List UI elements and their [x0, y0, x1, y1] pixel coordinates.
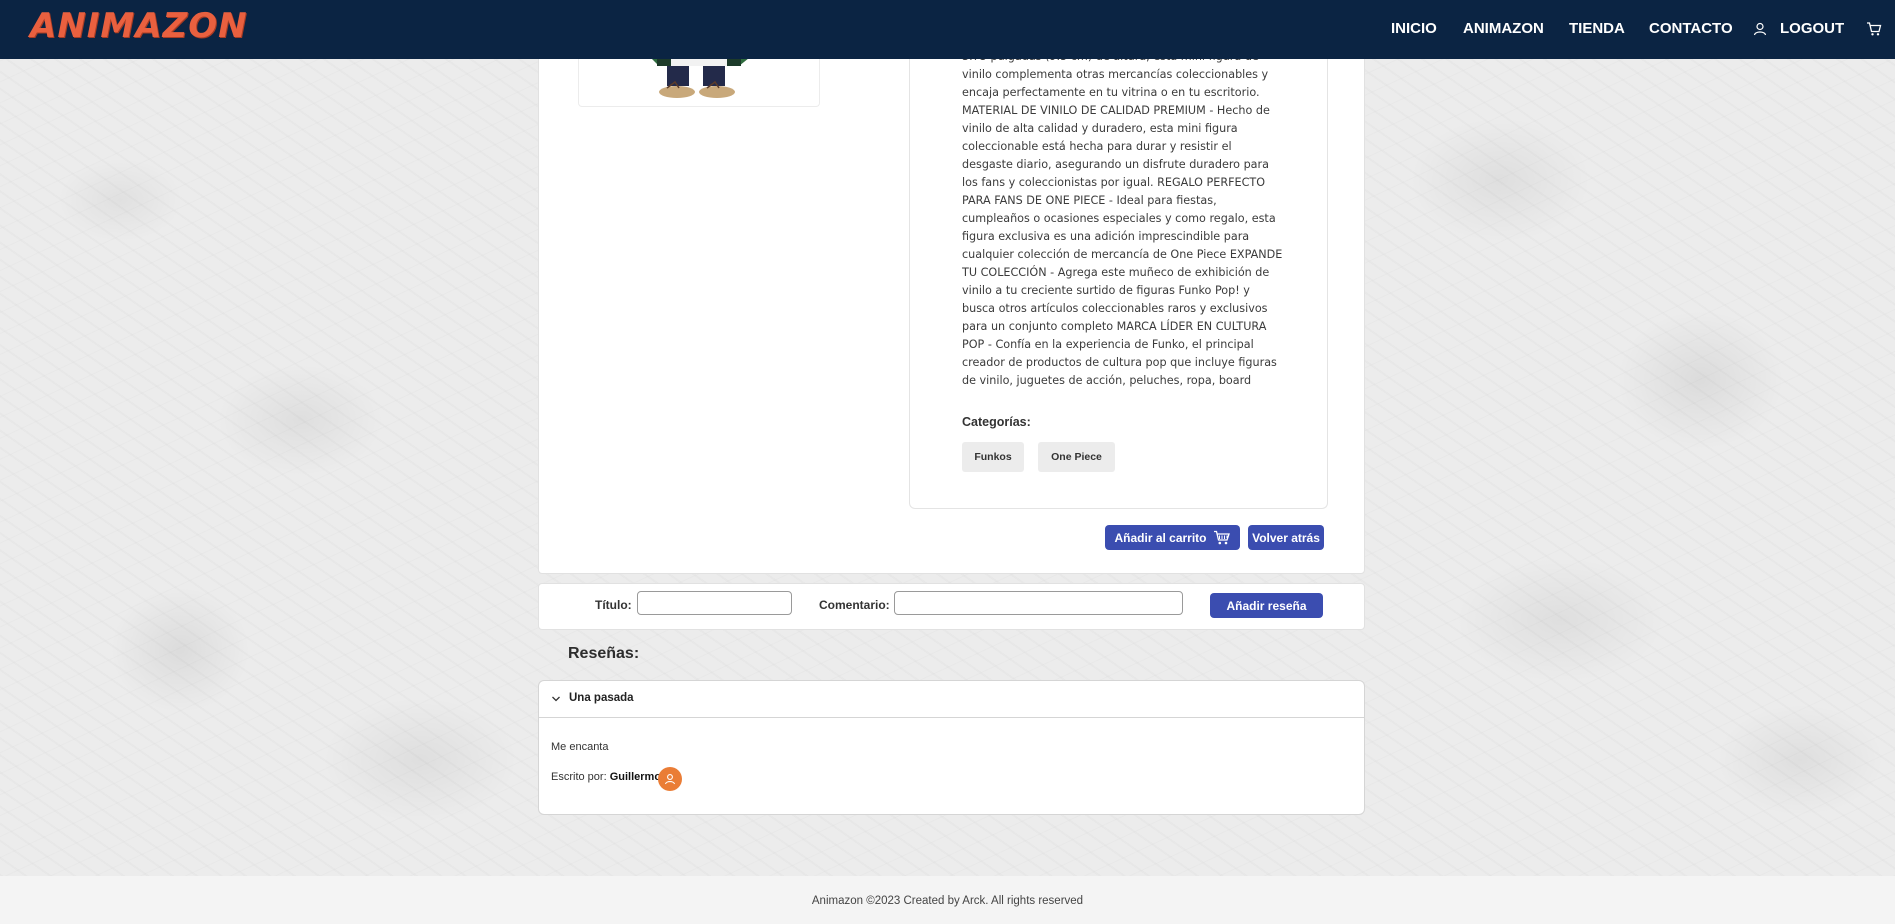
review-title-input[interactable]	[637, 591, 792, 615]
nav-link-tienda[interactable]: TIENDA	[1569, 20, 1625, 37]
avatar	[658, 767, 682, 791]
user-icon	[1753, 22, 1767, 36]
review-author-line: Escrito por: Guillermo	[551, 771, 661, 783]
site-logo[interactable]: ANIMAZON	[30, 6, 248, 46]
nav-link-animazon[interactable]: ANIMAZON	[1463, 20, 1544, 37]
written-by-label: Escrito por:	[551, 771, 607, 783]
comment-label: Comentario:	[819, 598, 890, 612]
user-icon	[664, 774, 676, 785]
reviews-heading: Reseñas:	[568, 645, 640, 662]
review-title: Una pasada	[569, 692, 634, 704]
add-to-cart-button[interactable]: Añadir al carrito	[1105, 525, 1240, 550]
category-chip-funkos[interactable]: Funkos	[962, 442, 1024, 472]
add-review-button[interactable]: Añadir reseña	[1210, 593, 1323, 618]
review-body: Me encanta	[551, 741, 609, 753]
navbar: ANIMAZON INICIO ANIMAZON TIENDA CONTACTO…	[0, 0, 1895, 59]
footer-text: Animazon ©2023 Created by Arck. All righ…	[811, 895, 1084, 907]
review-author: Guillermo	[609, 771, 662, 783]
categories-label: Categorías:	[962, 415, 1031, 429]
logout-link[interactable]: LOGOUT	[1780, 20, 1844, 37]
nav-link-contacto[interactable]: CONTACTO	[1649, 20, 1733, 37]
review-accordion-header[interactable]: Una pasada	[539, 681, 1364, 718]
back-button[interactable]: Volver atrás	[1248, 525, 1324, 550]
cart-icon[interactable]	[1866, 21, 1882, 37]
review-item: Una pasada Me encanta Escrito por: Guill…	[538, 680, 1365, 815]
product-description: 3.75 pulgadas (9.5 cm) de altura, esta m…	[962, 50, 1283, 387]
category-chip-one-piece[interactable]: One Piece	[1038, 442, 1115, 472]
nav-link-inicio[interactable]: INICIO	[1391, 20, 1437, 37]
cart-icon	[1213, 530, 1230, 544]
review-comment-input[interactable]	[894, 591, 1183, 615]
chevron-down-icon	[552, 696, 560, 702]
title-label: Título:	[595, 598, 632, 612]
add-to-cart-label: Añadir al carrito	[1114, 530, 1207, 545]
